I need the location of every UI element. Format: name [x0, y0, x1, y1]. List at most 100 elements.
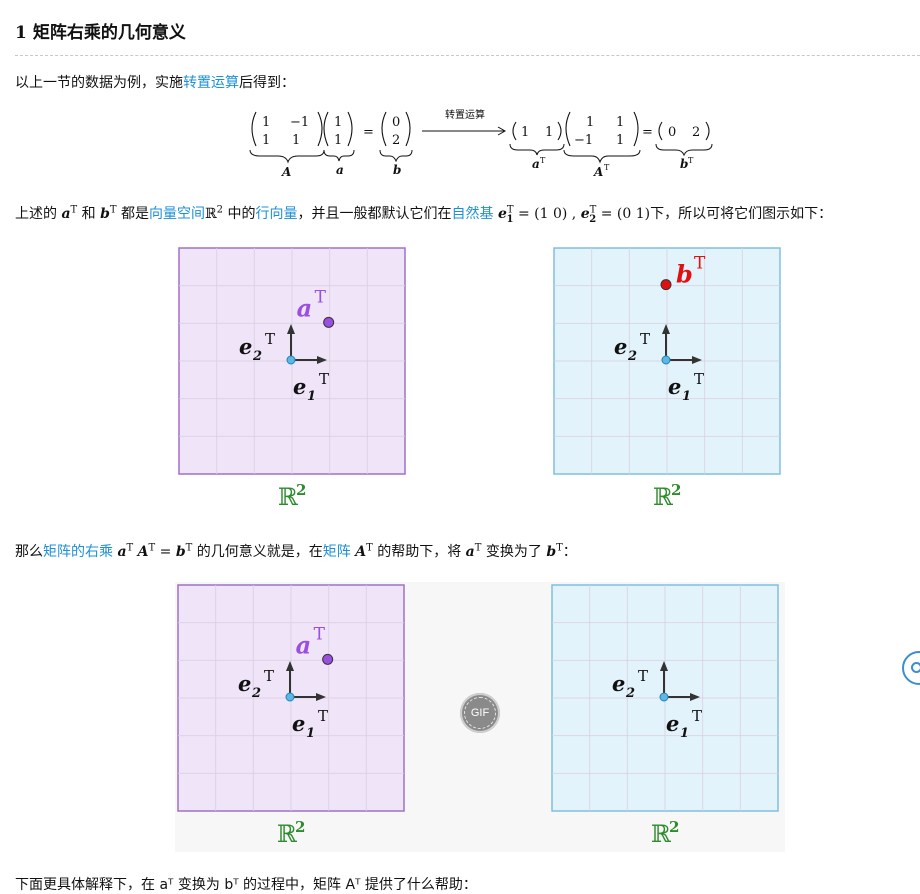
figure-bT: e1Te2TbTℝ2: [553, 247, 781, 517]
gif-label: GIF: [464, 697, 496, 729]
row-aT-1: 1: [521, 125, 529, 140]
aT-anim-label: a: [296, 630, 312, 659]
e1-sub: 1: [307, 389, 316, 404]
meaning-text-2: 的几何意义就是，在: [196, 544, 323, 560]
basis-text-1: 上述的: [15, 206, 57, 222]
sup-t: T: [148, 542, 156, 554]
matrix-A-11: 1: [262, 115, 270, 130]
intro-text-1: 以上一节的数据为例，实施: [15, 75, 183, 91]
brace-sup-AT: T: [604, 163, 610, 172]
math-A: A: [355, 544, 367, 560]
sup-t: T: [366, 542, 373, 554]
e2-label: e: [612, 671, 625, 696]
bT-sup: T: [694, 254, 706, 274]
basis-text-6: 下，所以可将它们图示如下：: [650, 206, 833, 222]
figure-anim-right: e1Te2Tℝ2: [551, 584, 779, 854]
e1-label: e: [668, 374, 681, 399]
origin-point: [659, 692, 669, 702]
math-a: a: [117, 544, 127, 560]
e2-label: e: [239, 334, 252, 359]
vector-a-1: 1: [334, 115, 342, 130]
e2-sup: T: [264, 667, 274, 685]
space-sup: 2: [669, 818, 679, 836]
space-sup: 2: [671, 481, 681, 499]
math-b: b: [100, 206, 110, 222]
e1-label: e: [666, 711, 679, 736]
e1-sub: 1: [682, 389, 691, 404]
sup-2: 2: [216, 204, 224, 216]
matrix-A-22: 1: [292, 133, 300, 148]
section-title: 矩阵右乘的几何意义: [32, 23, 186, 43]
brace-label-A: A: [281, 165, 291, 179]
meaning-text-4: 变换为了: [485, 544, 542, 560]
e2-sup: T: [638, 667, 648, 685]
math-eq: =: [159, 544, 172, 560]
gif-play-button[interactable]: GIF: [460, 693, 500, 733]
figure-aT: e1Te2TaTℝ2: [178, 247, 406, 517]
math-b: b: [546, 544, 557, 560]
sup-t: T: [126, 542, 134, 554]
vector-b-2: 2: [392, 133, 400, 148]
sup-t: T: [70, 204, 78, 216]
meaning-text-1: 那么: [15, 544, 43, 560]
e1-sup: T: [318, 707, 328, 725]
e1-sup: T: [319, 370, 329, 388]
aT-anim-point: [322, 653, 334, 665]
vector-b-1: 0: [392, 115, 400, 130]
origin-point: [285, 692, 295, 702]
bT-label: b: [676, 260, 693, 289]
side-search-icon[interactable]: [902, 651, 920, 685]
matrix-A-12: −1: [290, 115, 309, 130]
space-sup: 2: [295, 818, 305, 836]
sub-1: 1: [506, 213, 514, 225]
sup-t: T: [185, 542, 193, 554]
row-vector-link[interactable]: 行向量: [256, 206, 298, 222]
bottom-text: 下面更具体解释下，在 aᵀ 变换为 bᵀ 的过程中，矩阵 Aᵀ 提供了什么帮助：: [15, 877, 477, 893]
matrix-link[interactable]: 矩阵: [323, 544, 351, 560]
e2-sup: T: [265, 330, 275, 348]
e2-label: e: [614, 334, 627, 359]
meaning-paragraph: 那么矩阵的右乘 aT AT = bT 的几何意义就是，在矩阵 AT 的帮助下，将…: [15, 541, 577, 561]
transpose-link[interactable]: 转置运算: [183, 75, 239, 91]
basis-paragraph: 上述的 aT 和 bT 都是向量空间ℝ2 中的行向量，并且一般都默认它们在自然基…: [15, 203, 833, 225]
meaning-text-3: 的帮助下，将: [377, 544, 462, 560]
vector-space-link[interactable]: 向量空间: [149, 206, 205, 222]
e2-sup: T: [640, 330, 650, 348]
section-number: 1: [15, 23, 27, 43]
e1-sup: T: [694, 370, 704, 388]
sub-2: 2: [589, 213, 597, 225]
basis-text-5: ，并且一般都默认它们在: [297, 206, 452, 222]
svg-text:=: =: [363, 125, 374, 140]
e1-label: e: [293, 374, 306, 399]
math-a: a: [61, 206, 71, 222]
space-sup: 2: [296, 481, 306, 499]
math-A: A: [137, 544, 149, 560]
sup-t: T: [474, 542, 482, 554]
matrix-A-21: 1: [262, 133, 270, 148]
e2-label: e: [238, 671, 251, 696]
e2-sub: 2: [252, 349, 262, 364]
transpose-equation: 1 −1 1 1 1 1 = 0 2 转置运算 1 1 1 1 −1 1 = 0: [249, 108, 713, 179]
row-bT-1: 0: [668, 125, 676, 140]
aT-anim-sup: T: [314, 624, 326, 644]
brace-sup-aT: T: [540, 156, 546, 165]
figure-anim-left: e1Te2TaTℝ2: [177, 584, 405, 854]
math-a: a: [465, 544, 475, 560]
e1-value: = (1 0) ,: [517, 206, 577, 222]
origin-point: [286, 355, 296, 365]
matrix-right-mult-link[interactable]: 矩阵的右乘: [43, 544, 113, 560]
e1-sub: 1: [306, 726, 315, 741]
sup-t: T: [556, 542, 563, 554]
matrix-AT-12: 1: [616, 115, 624, 130]
natural-basis-link[interactable]: 自然基: [452, 206, 494, 222]
math-R: ℝ: [205, 206, 217, 222]
e2-sub: 2: [627, 349, 637, 364]
basis-text-2: 和: [81, 206, 96, 222]
origin-point: [661, 355, 671, 365]
brace-label-a: a: [336, 163, 344, 177]
brace-label-AT: A: [593, 165, 603, 179]
sup-t: T: [109, 204, 117, 216]
section-heading: 1 矩阵右乘的几何意义: [15, 18, 186, 43]
basis-text-3: 都是: [121, 206, 150, 222]
e2-sub: 2: [251, 686, 261, 701]
